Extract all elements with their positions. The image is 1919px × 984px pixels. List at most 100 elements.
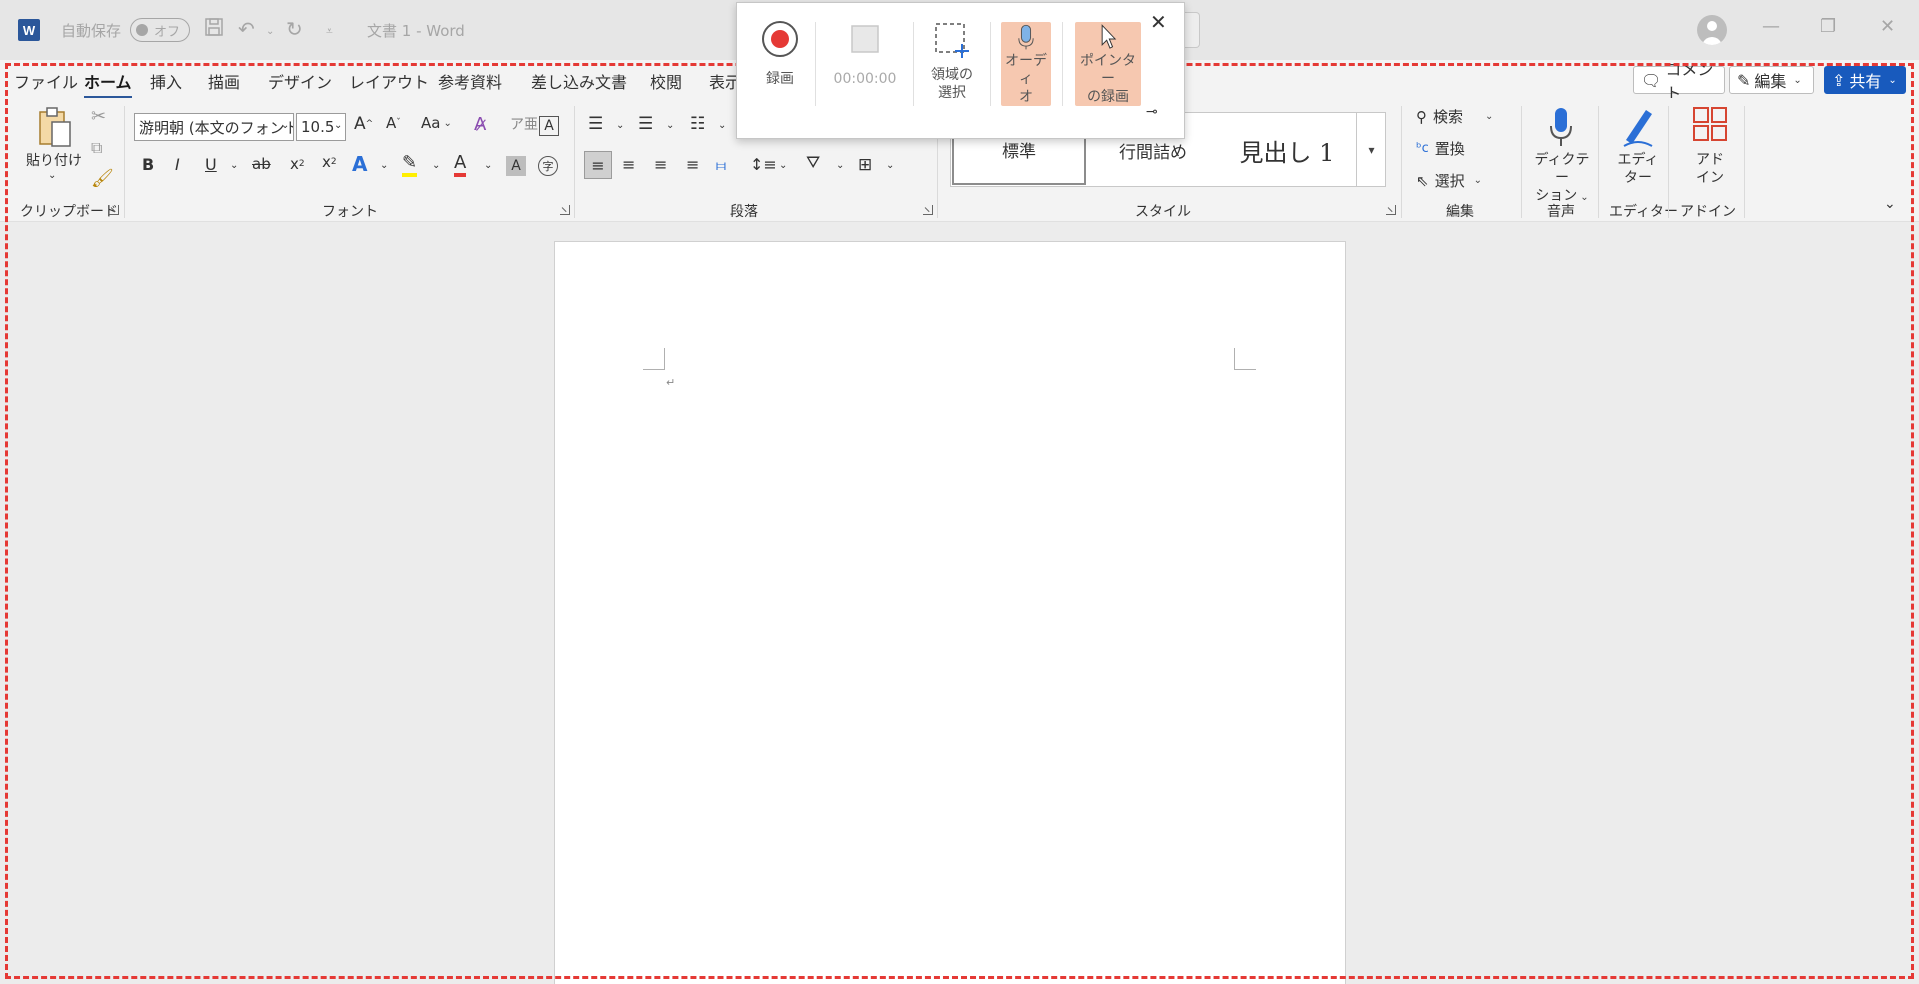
share-button[interactable]: ⇪ 共有 ⌄	[1824, 66, 1906, 94]
font-launcher-icon[interactable]	[560, 205, 570, 215]
distributed-icon[interactable]: ⧦	[716, 155, 726, 175]
align-left-icon[interactable]: ≡	[584, 151, 612, 179]
replace-button[interactable]: ᵇc 置換	[1416, 138, 1465, 159]
bullets-dropdown-icon[interactable]: ⌄	[616, 120, 624, 131]
redo-icon[interactable]: ↻	[286, 17, 303, 41]
chevron-down-icon: ⌄	[1793, 74, 1802, 86]
tab-layout[interactable]: レイアウト	[349, 69, 429, 93]
bold-icon[interactable]: B	[142, 155, 154, 174]
document-page[interactable]	[554, 241, 1346, 984]
audio-toggle-button[interactable]: オーディ オ	[1001, 22, 1051, 106]
collapse-ribbon-icon[interactable]: ⌄	[1884, 196, 1896, 212]
paste-dropdown-icon[interactable]: ⌄	[48, 170, 56, 181]
font-size-dropdown-icon[interactable]: ⌄	[334, 120, 342, 131]
align-right-icon[interactable]: ≡	[654, 155, 667, 174]
autosave-state: オフ	[154, 24, 181, 40]
microphone-icon[interactable]	[1547, 106, 1575, 148]
text-effects-dropdown-icon[interactable]: ⌄	[380, 160, 388, 171]
editor-pen-icon[interactable]	[1620, 104, 1656, 148]
underline-icon[interactable]: U	[205, 155, 217, 174]
paste-label[interactable]: 貼り付け	[26, 152, 82, 170]
line-spacing-icon[interactable]: ↕≡	[750, 155, 777, 174]
record-button[interactable]: 録画	[755, 20, 805, 88]
character-shading-icon[interactable]: A	[506, 156, 526, 176]
group-separator	[1521, 106, 1522, 218]
addins-button[interactable]: アド イン	[1690, 151, 1730, 187]
align-center-icon[interactable]: ≡	[622, 155, 635, 174]
justify-icon[interactable]: ≡	[686, 155, 699, 174]
subscript-icon[interactable]: x2	[290, 155, 305, 173]
close-window-icon[interactable]: ✕	[1880, 16, 1895, 37]
strikethrough-icon[interactable]: ab	[252, 155, 271, 173]
paste-icon[interactable]	[36, 106, 74, 150]
minimize-icon[interactable]: —	[1762, 16, 1780, 37]
multilevel-dropdown-icon[interactable]: ⌄	[718, 120, 726, 131]
superscript-icon[interactable]: x2	[322, 153, 337, 171]
tab-design[interactable]: デザイン	[268, 69, 332, 93]
group-separator	[1668, 106, 1669, 218]
shading-dropdown-icon[interactable]: ⌄	[836, 160, 844, 171]
style-heading-1[interactable]: 見出し 1	[1220, 114, 1354, 187]
bullets-icon[interactable]: ☰	[588, 114, 603, 134]
shading-icon[interactable]: ⛛	[806, 153, 820, 173]
phonetic-guide-icon[interactable]: ア亜	[510, 114, 538, 134]
tab-draw[interactable]: 描画	[208, 69, 240, 93]
borders-dropdown-icon[interactable]: ⌄	[886, 160, 894, 171]
italic-icon[interactable]: I	[175, 155, 180, 174]
change-case-button[interactable]: Aa ⌄	[421, 114, 452, 132]
highlight-icon[interactable]: ✎	[402, 152, 418, 177]
clipboard-launcher-icon[interactable]	[109, 205, 119, 215]
pin-icon[interactable]: ⊸	[1146, 104, 1158, 120]
paragraph-launcher-icon[interactable]	[923, 205, 933, 215]
clear-formatting-icon[interactable]: A̷	[474, 114, 486, 135]
group-separator	[124, 106, 125, 218]
font-name-combo[interactable]: 游明朝 (本文のフォント	[134, 113, 294, 141]
tab-file[interactable]: ファイル	[14, 69, 78, 93]
underline-dropdown-icon[interactable]: ⌄	[230, 160, 238, 171]
pointer-recording-toggle[interactable]: ポインター の録画	[1075, 22, 1141, 106]
enclose-characters-icon[interactable]: A	[539, 116, 559, 136]
styles-more-icon[interactable]: ▾	[1356, 112, 1386, 187]
margin-corner-top-right	[1234, 348, 1256, 370]
select-button[interactable]: ⇖ 選択 ⌄	[1416, 170, 1482, 191]
dictate-button[interactable]: ディクテー ション ⌄	[1533, 151, 1591, 207]
edit-mode-button[interactable]: ✎ 編集 ⌄	[1729, 66, 1814, 94]
customize-qat-icon[interactable]: ⩡	[326, 24, 333, 39]
tab-home[interactable]: ホーム	[84, 69, 132, 99]
shrink-font-icon[interactable]: Aˇ	[386, 114, 401, 132]
find-button[interactable]: ⚲ 検索 ⌄	[1416, 106, 1493, 127]
undo-dropdown-icon[interactable]: ⌄	[266, 26, 274, 37]
restore-icon[interactable]: ❐	[1820, 16, 1836, 37]
copy-icon[interactable]: ⧉	[91, 138, 102, 158]
tab-references[interactable]: 参考資料	[438, 69, 502, 93]
line-spacing-dropdown-icon[interactable]: ⌄	[779, 160, 787, 171]
account-avatar-icon[interactable]	[1697, 15, 1727, 45]
tab-insert[interactable]: 挿入	[150, 69, 182, 93]
enclosed-character-icon[interactable]: 字	[538, 156, 558, 176]
font-name-dropdown-icon[interactable]: ⌄	[281, 120, 289, 131]
numbering-dropdown-icon[interactable]: ⌄	[666, 120, 674, 131]
addins-grid-icon[interactable]	[1692, 106, 1728, 142]
grow-font-icon[interactable]: A ^	[354, 114, 373, 134]
editor-button[interactable]: エディ ター	[1616, 151, 1660, 187]
cut-icon[interactable]: ✂	[91, 106, 106, 127]
font-color-dropdown-icon[interactable]: ⌄	[484, 160, 492, 171]
stop-button[interactable]: 00:00:00	[826, 20, 904, 88]
undo-icon[interactable]: ↶	[238, 17, 255, 41]
select-region-icon	[935, 23, 969, 58]
multilevel-list-icon[interactable]: ☷	[690, 114, 705, 134]
highlight-dropdown-icon[interactable]: ⌄	[432, 160, 440, 171]
comment-button[interactable]: 🗨 コメント	[1633, 60, 1725, 103]
autosave-toggle[interactable]: オフ	[130, 18, 190, 42]
styles-launcher-icon[interactable]	[1386, 205, 1396, 215]
save-icon[interactable]	[204, 17, 224, 42]
tab-mailings[interactable]: 差し込み文書	[531, 69, 627, 93]
format-painter-icon[interactable]: 🖌	[91, 168, 114, 189]
numbering-icon[interactable]: ☰	[638, 114, 653, 134]
text-effects-icon[interactable]: A	[352, 152, 367, 176]
tab-review[interactable]: 校閲	[650, 69, 682, 93]
close-recorder-icon[interactable]: ✕	[1150, 10, 1167, 34]
borders-icon[interactable]: ⊞	[858, 155, 872, 175]
font-color-icon[interactable]: A	[454, 152, 467, 177]
select-region-button[interactable]: 領域の 選択	[922, 20, 982, 102]
